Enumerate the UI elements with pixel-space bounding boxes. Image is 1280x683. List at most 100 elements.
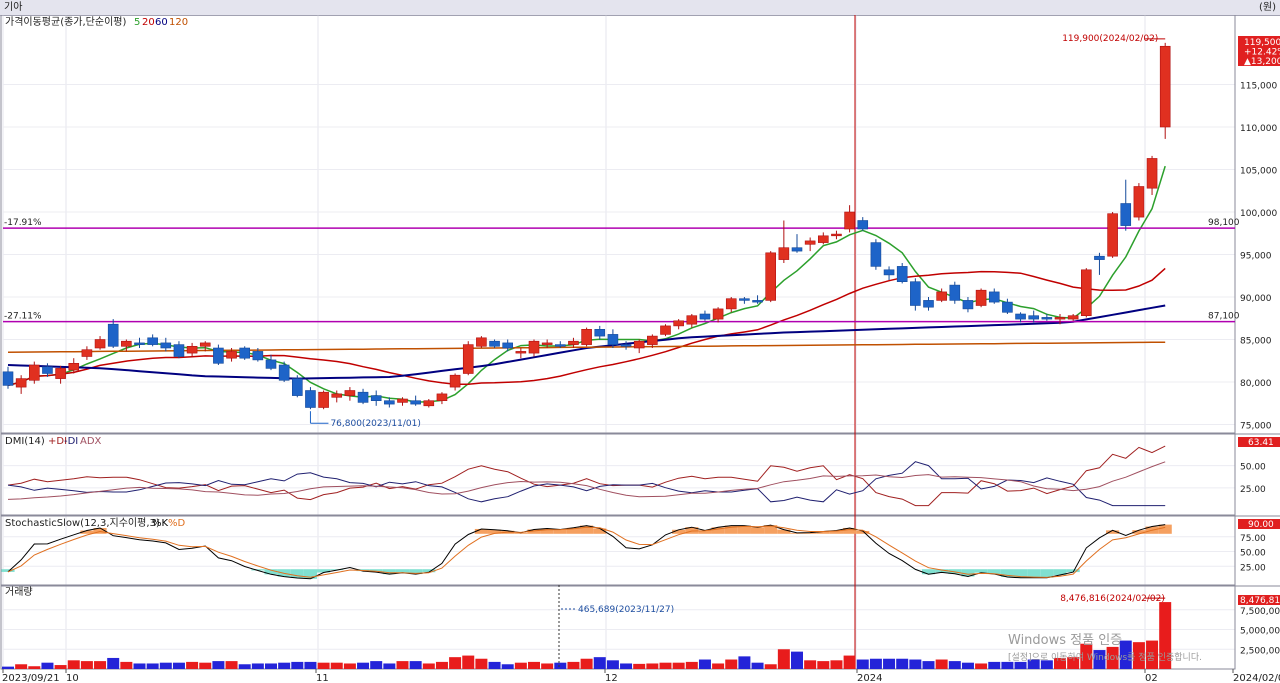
candle-body [607,334,619,345]
candle-body [357,391,369,403]
candle-body [633,340,645,349]
candle-body [554,344,566,347]
plus-di-line [7,445,1166,507]
panel-frame-dmi [0,433,1236,516]
volume-bar [330,662,343,669]
x-tick-label: 11 [316,673,329,683]
volume-bar [685,661,698,669]
candle-body [213,347,224,364]
ma-20-line [7,267,1166,387]
volume-current-text: 8,476,816 [1240,596,1280,606]
candle-body [831,233,842,237]
candle-body [568,340,579,345]
stock-chart[interactable]: -17.91% 98,100 -27.11% 87,100 119,900(2024/0… [0,15,1280,683]
candle-body [752,300,763,303]
candle-body [134,342,145,345]
dmi-panel: 63.41 [7,437,1280,507]
volume-bar [422,663,435,669]
volume-bar [278,662,291,669]
volume-bar [80,661,93,669]
ma-20-legend: 20 [142,17,155,28]
candle-body [778,247,790,260]
volume-bar [225,661,238,669]
candle-body [2,371,14,386]
price-y-tick: 100,000 [1240,209,1277,219]
candle-body [147,337,158,345]
candle-body [436,393,448,401]
volume-bar [475,658,488,669]
volume-bar [317,662,330,669]
volume-bar [462,655,475,669]
volume-bar [646,663,659,669]
volume-bar [672,662,685,669]
candle-body [318,391,329,408]
candle-body [370,395,382,402]
volume-mid-annotation: 465,689(2023/11/27) [578,605,674,615]
volume-bar [909,659,922,669]
ma-60-legend: 60 [155,17,168,28]
adx-line [7,461,1166,500]
volume-bar [975,663,988,669]
stochastic-panel: 90.00 [1,519,1280,580]
stoch-title: StochasticSlow(12,3,지수이평,3) [5,517,160,529]
candle-body [791,247,803,252]
candle-body [278,364,290,381]
x-tick-label: 2024 [857,673,882,683]
price-panel-title: 가격이동평균(종가,단순이평) [5,15,126,28]
volume-bar [725,659,738,669]
volume-bar [922,661,935,669]
candle-body [410,400,421,405]
dmi-current-text: 63.41 [1248,438,1274,448]
volume-bar [659,662,672,669]
volume-y-tick: 7,500,000 [1240,607,1280,617]
candle-body [186,345,198,354]
price-y-tick: 95,000 [1240,252,1272,262]
stoch-y-tick: 75.00 [1240,534,1266,544]
volume-bar [843,655,856,669]
min-price-annotation: 76,800(2023/11/01) [330,419,420,429]
candle-body [489,340,500,347]
volume-bar [501,664,514,669]
volume-bar [948,661,961,669]
candle-body [817,235,829,243]
volume-bar [291,661,304,669]
candle-body [923,300,934,308]
candle-body [1028,315,1039,320]
price-y-tick: 115,000 [1240,82,1277,92]
dmi-title: DMI(14) [5,436,45,447]
candle-body [870,242,882,267]
x-tick-label: 2024/02/02 [1233,673,1280,683]
volume-bar [133,663,146,669]
volume-bar [370,661,383,669]
volume-bar [54,665,67,669]
hline-right-label: 98,100 [1208,218,1240,228]
volume-bar [712,663,725,669]
volume-bar [883,658,896,669]
volume-bar [212,661,225,669]
candle-body [936,291,947,301]
candle-body [1041,317,1053,320]
candle-body [1081,269,1092,317]
volume-bar [961,662,974,669]
dmi-minus-legend: -DI [64,436,78,447]
max-price-annotation: 119,900(2024/02/02) [1062,34,1158,44]
volume-bar [830,660,843,669]
candle-body [502,342,514,349]
price-y-tick: 85,000 [1240,337,1272,347]
volume-bar [633,663,646,669]
candle-body [28,364,40,381]
candle-body [896,266,908,282]
volume-bar [606,660,619,669]
candle-body [739,298,750,301]
stoch-y-tick: 25.00 [1240,563,1266,573]
candle-body [1133,186,1145,218]
candle-body [305,390,316,408]
volume-bar [777,649,790,669]
x-tick-label: 10 [66,673,79,683]
volume-bar [698,659,711,669]
volume-bar [15,664,28,669]
volume-bar [41,662,54,669]
candle-body [975,289,987,306]
candle-body [528,340,540,354]
ma-5-legend: 5 [134,17,140,28]
